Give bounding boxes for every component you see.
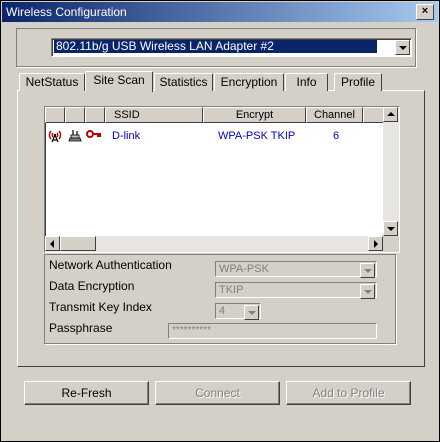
- infrastructure-network-icon: [68, 130, 82, 142]
- passphrase-value: **********: [172, 325, 211, 336]
- column-header-security[interactable]: [85, 107, 105, 123]
- add-to-profile-button[interactable]: Add to Profile: [286, 381, 411, 405]
- tab-statistics[interactable]: Statistics: [154, 73, 213, 91]
- signal-antenna-icon: [48, 130, 62, 143]
- title-bar: Wireless Configuration ×: [2, 2, 438, 22]
- transmit-key-select: 4: [215, 303, 261, 320]
- chevron-down-icon: [244, 305, 259, 320]
- data-encryption-label: Data Encryption: [49, 279, 135, 293]
- connect-button[interactable]: Connect: [155, 381, 280, 405]
- refresh-button[interactable]: Re-Fresh: [24, 381, 149, 405]
- adapter-dropdown[interactable]: 802.11b/g USB Wireless LAN Adapter #2: [51, 38, 412, 57]
- encrypt-cell: WPA-PSK TKIP: [218, 130, 296, 142]
- site-list-header: SSID Encrypt Channel: [45, 107, 387, 124]
- horizontal-scrollbar[interactable]: [45, 236, 383, 252]
- column-header-ssid[interactable]: SSID: [105, 107, 203, 123]
- tab-netstatus[interactable]: NetStatus: [19, 73, 85, 91]
- scrollbar-corner: [383, 236, 399, 252]
- close-button[interactable]: ×: [416, 4, 434, 20]
- window-title: Wireless Configuration: [6, 5, 127, 19]
- ssid-cell: D-link: [112, 130, 141, 142]
- wireless-config-window: Wireless Configuration × 802.11b/g USB W…: [0, 0, 440, 442]
- chevron-down-icon: [360, 263, 375, 278]
- column-header-channel[interactable]: Channel: [306, 107, 363, 123]
- security-settings-group: Network Authentication WPA-PSK Data Encr…: [44, 254, 396, 344]
- data-encryption-value: TKIP: [219, 284, 244, 296]
- transmit-key-label: Transmit Key Index: [49, 300, 152, 314]
- passphrase-field: **********: [168, 323, 377, 339]
- adapter-group: 802.11b/g USB Wireless LAN Adapter #2: [16, 28, 416, 67]
- channel-cell: 6: [333, 130, 340, 142]
- chevron-down-icon: [360, 284, 375, 299]
- column-header-type[interactable]: [65, 107, 85, 123]
- network-auth-value: WPA-PSK: [219, 263, 269, 275]
- column-header-encrypt[interactable]: Encrypt: [203, 107, 306, 123]
- tab-profile[interactable]: Profile: [334, 73, 382, 91]
- chevron-down-icon[interactable]: [395, 40, 410, 55]
- vertical-scrollbar[interactable]: [383, 107, 399, 236]
- column-header-signal[interactable]: [45, 107, 65, 123]
- scroll-right-button[interactable]: [368, 236, 383, 251]
- transmit-key-value: 4: [219, 305, 226, 317]
- tab-site-scan[interactable]: Site Scan: [85, 71, 153, 92]
- adapter-selected-value: 802.11b/g USB Wireless LAN Adapter #2: [54, 40, 377, 53]
- table-row[interactable]: D-link WPA-PSK TKIP 6: [45, 127, 387, 145]
- security-key-icon: [86, 130, 101, 138]
- data-encryption-select: TKIP: [215, 282, 377, 299]
- network-auth-label: Network Authentication: [49, 258, 172, 272]
- scroll-left-button[interactable]: [45, 236, 60, 251]
- tab-info[interactable]: Info: [285, 73, 328, 91]
- scroll-thumb[interactable]: [60, 236, 96, 251]
- tab-encryption[interactable]: Encryption: [214, 73, 284, 91]
- network-auth-select: WPA-PSK: [215, 261, 377, 278]
- scroll-up-button[interactable]: [383, 107, 398, 122]
- site-list[interactable]: SSID Encrypt Channel D-link WPA-PSK TKIP…: [44, 106, 400, 253]
- passphrase-label: Passphrase: [49, 321, 113, 335]
- scroll-down-button[interactable]: [383, 221, 398, 236]
